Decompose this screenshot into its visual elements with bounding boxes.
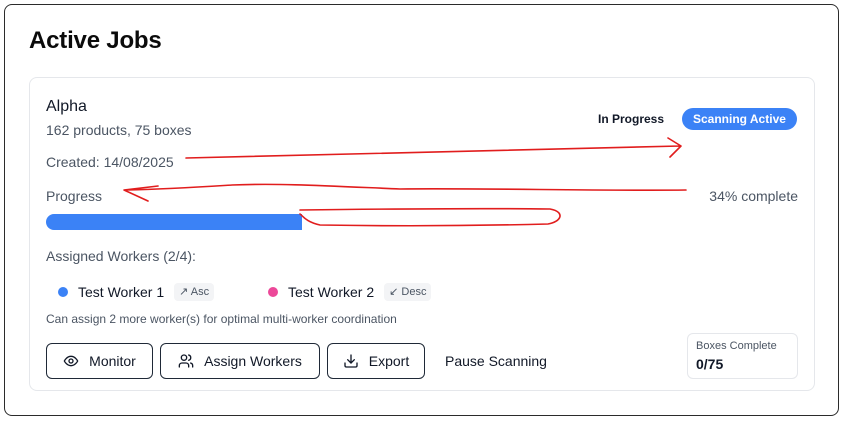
job-name: Alpha (46, 98, 87, 115)
job-card: Alpha 162 products, 75 boxes Created: 14… (29, 77, 815, 391)
boxes-complete-label: Boxes Complete (696, 340, 777, 352)
export-button-label: Export (368, 353, 410, 369)
worker-assignment-hint: Can assign 2 more worker(s) for optimal … (46, 312, 397, 326)
job-status: In Progress (598, 112, 665, 126)
export-button[interactable]: Export (327, 343, 425, 379)
progress-label: Progress (46, 188, 103, 204)
worker-direction-badge: ↗ Asc (174, 283, 215, 301)
worker-name: Test Worker 2 (288, 284, 375, 300)
worker-item: Test Worker 2 ↙ Desc (268, 282, 432, 302)
pause-scanning-button[interactable]: Pause Scanning (445, 353, 547, 369)
assign-workers-button[interactable]: Assign Workers (160, 343, 320, 379)
worker-item: Test Worker 1 ↗ Asc (58, 282, 215, 302)
progress-bar (46, 214, 798, 230)
monitor-button[interactable]: Monitor (46, 343, 153, 379)
download-icon (344, 354, 358, 368)
job-meta: 162 products, 75 boxes (46, 122, 192, 138)
progress-percent: 34% complete (709, 188, 798, 204)
worker-color-dot (58, 287, 68, 297)
worker-name: Test Worker 1 (78, 284, 165, 300)
page-title: Active Jobs (29, 27, 162, 54)
active-jobs-panel: Active Jobs Alpha 162 products, 75 boxes… (4, 4, 839, 416)
monitor-button-label: Monitor (89, 353, 136, 369)
eye-icon (63, 355, 79, 367)
assigned-workers-title: Assigned Workers (2/4): (46, 248, 196, 264)
users-icon (178, 354, 194, 368)
progress-bar-fill (46, 214, 302, 230)
boxes-complete-card: Boxes Complete 0/75 (687, 333, 798, 379)
worker-color-dot (268, 287, 278, 297)
job-created-date: Created: 14/08/2025 (46, 154, 174, 170)
assign-workers-button-label: Assign Workers (204, 353, 302, 369)
boxes-complete-value: 0/75 (696, 356, 724, 372)
scanning-status-badge: Scanning Active (682, 108, 797, 130)
worker-direction-badge: ↙ Desc (384, 283, 432, 301)
